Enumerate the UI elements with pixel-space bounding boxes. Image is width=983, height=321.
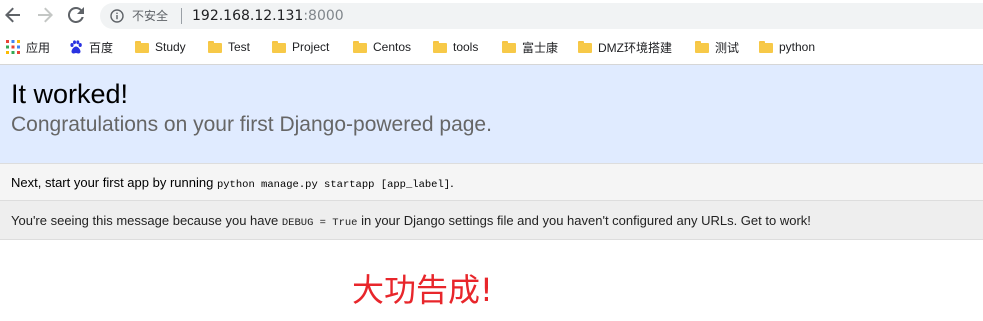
bookmark-centos[interactable]: Centos xyxy=(353,39,411,55)
bookmark-tools[interactable]: tools xyxy=(433,39,478,55)
folder-icon xyxy=(578,41,592,53)
folder-icon xyxy=(759,41,773,53)
bookmark-label: DMZ环境搭建 xyxy=(598,40,672,55)
bookmark-testing[interactable]: 测试 xyxy=(695,39,739,55)
back-button[interactable] xyxy=(3,5,23,25)
folder-icon xyxy=(272,41,286,53)
security-status: 不安全 xyxy=(132,9,169,23)
reload-button[interactable] xyxy=(66,5,86,25)
bookmark-label: Test xyxy=(228,40,251,54)
instructions-suffix: . xyxy=(450,175,454,190)
address-separator xyxy=(181,8,182,24)
address-bar[interactable]: 不安全 192.168.12.131:8000 xyxy=(100,3,983,29)
bookmark-foxconn[interactable]: 富士康 xyxy=(502,39,558,55)
apps-grid-icon xyxy=(6,40,20,54)
bookmark-baidu[interactable]: 百度 xyxy=(69,39,113,55)
bookmark-label: Study xyxy=(155,40,186,54)
bookmarks-bar: 应用 百度 Study Test Project Centos tools 富士… xyxy=(0,31,983,65)
arrow-right-icon xyxy=(38,7,53,23)
arrow-left-icon xyxy=(5,7,20,23)
bookmark-label: 应用 xyxy=(26,40,51,55)
bookmark-label: python xyxy=(779,40,816,54)
folder-icon xyxy=(433,41,447,53)
baidu-paw-icon xyxy=(70,40,82,54)
folder-icon xyxy=(353,41,367,53)
url-port: :8000 xyxy=(303,8,344,24)
browser-toolbar: 不安全 192.168.12.131:8000 xyxy=(0,0,983,31)
folder-icon xyxy=(208,41,222,53)
bookmark-label: 百度 xyxy=(89,40,114,55)
success-annotation: 大功告成! xyxy=(352,271,493,309)
django-summary: It worked! Congratulations on your first… xyxy=(0,65,983,164)
bookmark-label: 测试 xyxy=(715,40,740,55)
debug-setting: DEBUG = True xyxy=(281,217,358,229)
url-host: 192.168.12.131 xyxy=(192,8,304,24)
url-text[interactable]: 192.168.12.131:8000 xyxy=(192,7,344,25)
bookmark-project[interactable]: Project xyxy=(272,39,329,55)
explanation-suffix: in your Django settings file and you hav… xyxy=(357,213,811,228)
instructions-text: Next, start your first app by running py… xyxy=(11,175,454,191)
bookmark-label: 富士康 xyxy=(522,40,559,55)
bookmark-apps[interactable]: 应用 xyxy=(6,39,50,55)
instructions-prefix: Next, start your first app by running xyxy=(11,175,217,190)
folder-icon xyxy=(695,41,709,53)
bookmark-python[interactable]: python xyxy=(759,39,815,55)
startapp-command: python manage.py startapp [app_label] xyxy=(216,179,451,191)
bookmark-dmz-setup[interactable]: DMZ环境搭建 xyxy=(578,39,672,55)
django-explanation: You're seeing this message because you h… xyxy=(0,201,983,240)
page-subtitle: Congratulations on your first Django-pow… xyxy=(11,113,492,136)
page-title: It worked! xyxy=(11,79,129,109)
info-icon[interactable] xyxy=(110,9,124,23)
forward-button[interactable] xyxy=(35,5,55,25)
explanation-prefix: You're seeing this message because you h… xyxy=(11,213,282,228)
explanation-text: You're seeing this message because you h… xyxy=(11,213,811,229)
bookmark-label: Centos xyxy=(373,40,412,54)
reload-icon xyxy=(68,7,84,23)
folder-icon xyxy=(135,41,149,53)
folder-icon xyxy=(502,41,516,53)
bookmark-label: Project xyxy=(292,40,330,54)
django-instructions: Next, start your first app by running py… xyxy=(0,164,983,201)
bookmark-study[interactable]: Study xyxy=(135,39,186,55)
bookmark-test[interactable]: Test xyxy=(208,39,250,55)
bookmark-label: tools xyxy=(453,40,479,54)
